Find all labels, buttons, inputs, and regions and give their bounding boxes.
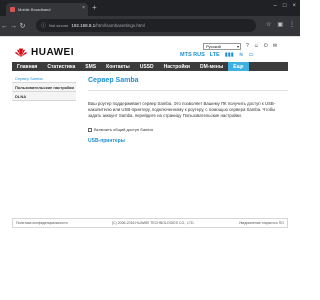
new-tab-button[interactable]: +	[92, 4, 97, 12]
info-icon[interactable]: ⓘ	[41, 22, 46, 29]
nav-item-sms[interactable]: SMS	[80, 62, 101, 71]
url-text: 192.168.8.1/html/sambasettings.html	[71, 23, 145, 28]
maximize-icon[interactable]: □	[283, 3, 287, 9]
help-icon[interactable]: ?	[246, 43, 249, 49]
sidebar-item-user-settings[interactable]: Пользовательские настройки	[12, 83, 76, 92]
url-host: 192.168.8.1	[71, 23, 96, 28]
address-bar[interactable]: ⓘ Not secure 192.168.8.1/html/sambasetti…	[36, 19, 256, 32]
language-select[interactable]: Русский ▾	[203, 43, 241, 50]
minimize-icon[interactable]: –	[274, 3, 277, 9]
samba-enable-checkbox[interactable]	[88, 127, 92, 132]
main-content: Сервер Samba Ваш роутер поддерживает сер…	[88, 74, 288, 144]
nav-item-settings[interactable]: Настройки	[159, 62, 195, 71]
url-path: /html/sambasettings.html	[95, 23, 145, 28]
bookmark-star-icon[interactable]: ☆	[266, 21, 271, 28]
window-controls: – □ ×	[274, 3, 296, 9]
signal-icon: ▮▮▮	[224, 52, 234, 58]
extension-icon[interactable]: ▣	[277, 21, 283, 28]
router-page: HUAWEI Русский ▾ ? ☺ ⏻ ✉ MTS RUS LTE ▮▮▮…	[0, 36, 300, 300]
tab-title: Mobile Broadband	[18, 7, 51, 12]
favicon-icon	[10, 7, 15, 12]
title-divider	[88, 90, 288, 91]
wifi-icon: ≋	[238, 52, 244, 58]
samba-enable-label[interactable]: Включить общий доступ Samba	[94, 127, 153, 132]
usb-printers-link[interactable]: USB-принтеры	[88, 138, 288, 144]
reload-button[interactable]: ↻	[18, 22, 27, 30]
sidebar-item-samba[interactable]: Сервер Samba	[12, 74, 76, 83]
huawei-logo: HUAWEI	[14, 47, 74, 58]
huawei-petal-icon	[15, 48, 27, 57]
top-divider	[0, 36, 300, 37]
brand-name: HUAWEI	[31, 47, 74, 58]
user-icon[interactable]: ☺	[254, 43, 259, 49]
nav-item-dm[interactable]: DM-мены	[195, 62, 228, 71]
page-title: Сервер Samba	[88, 77, 139, 84]
privacy-policy-link[interactable]: Политика конфиденциальности	[16, 221, 68, 225]
browser-tab[interactable]: Mobile Broadband ×	[6, 3, 88, 16]
browser-chrome: Mobile Broadband × + – □ × ← → ↻ ⓘ Not s…	[0, 0, 300, 36]
footer: Политика конфиденциальности (C) 2006-201…	[12, 218, 288, 228]
message-icon[interactable]: ✉	[273, 43, 277, 49]
nav-item-ussd[interactable]: USSD	[135, 62, 159, 71]
main-nav: Главная Статистика SMS Контакты USSD Нас…	[12, 62, 288, 71]
tab-close-icon[interactable]: ×	[82, 6, 85, 11]
status-row: MTS RUS LTE ▮▮▮ ≋ ▭	[180, 52, 254, 58]
samba-description: Ваш роутер поддерживает сервер Samba. Эт…	[88, 101, 276, 118]
close-window-icon[interactable]: ×	[292, 3, 296, 9]
logout-icon[interactable]: ⏻	[264, 43, 268, 49]
forward-button[interactable]: →	[9, 23, 18, 30]
sidebar: Сервер Samba Пользовательские настройки …	[12, 74, 76, 101]
back-button[interactable]: ←	[0, 23, 9, 30]
nav-item-contacts[interactable]: Контакты	[101, 62, 135, 71]
menu-icon[interactable]: ⋮	[289, 21, 295, 28]
open-source-notice-link[interactable]: Уведомление открытого ПО	[239, 221, 284, 225]
network-type: LTE	[209, 52, 220, 58]
toolbar-actions: ☆ ▣ ⋮	[266, 21, 295, 28]
browser-toolbar: ← → ↻ ⓘ Not secure 192.168.8.1/html/samb…	[0, 16, 300, 36]
nav-item-home[interactable]: Главная	[12, 62, 42, 71]
language-value: Русский	[206, 44, 221, 49]
nav-item-more[interactable]: Еще	[228, 62, 249, 71]
battery-icon: ▭	[248, 52, 254, 58]
not-secure-label: Not secure	[49, 23, 69, 28]
sidebar-item-dlna[interactable]: DLNA	[12, 92, 76, 101]
operator-name: MTS RUS	[180, 52, 205, 58]
copyright-text: (C) 2006-2016 HUAWEI TECHNOLOGIES CO., L…	[111, 221, 195, 225]
nav-item-statistics[interactable]: Статистика	[42, 62, 80, 71]
chevron-down-icon: ▾	[236, 44, 239, 49]
samba-enable-row: Включить общий доступ Samba	[88, 127, 288, 132]
header-icons: ? ☺ ⏻ ✉	[246, 43, 277, 49]
